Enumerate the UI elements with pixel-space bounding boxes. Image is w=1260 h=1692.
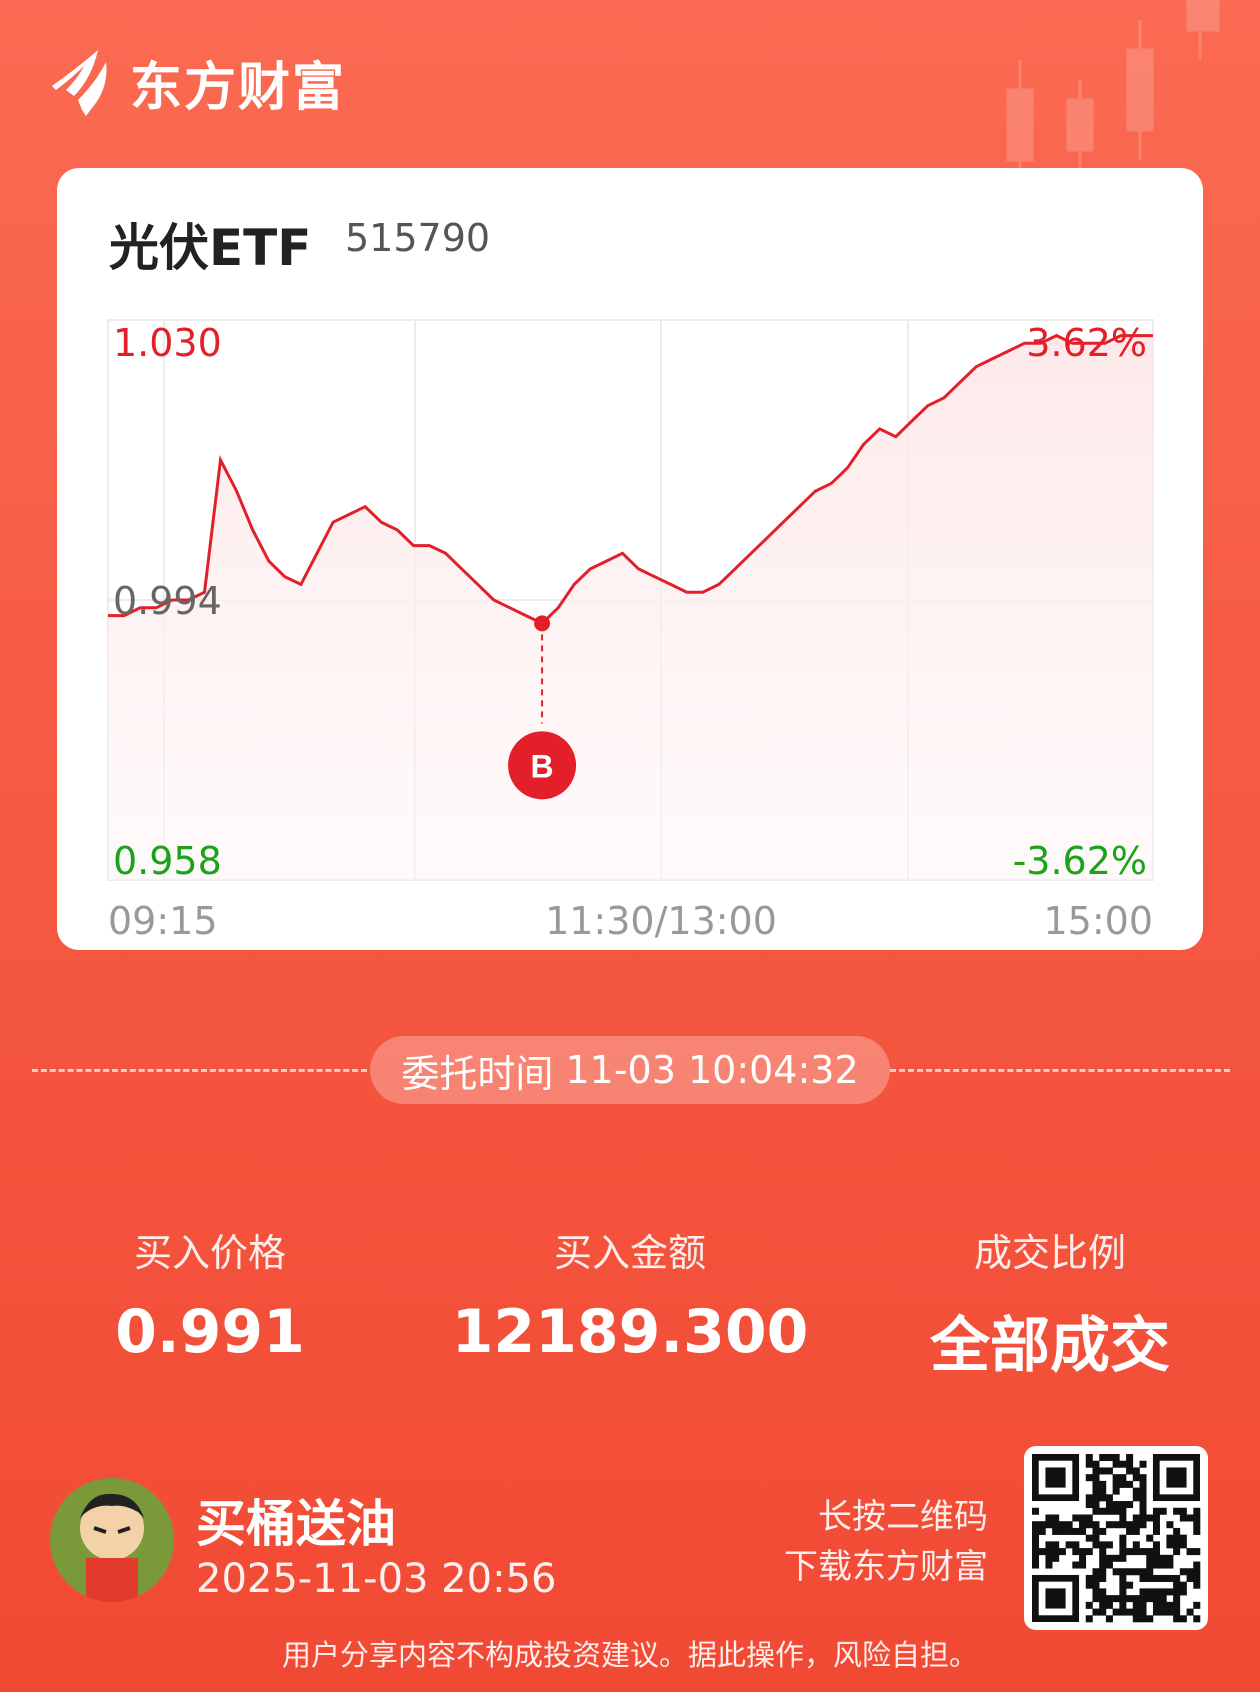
stat-value: 0.991: [115, 1297, 305, 1367]
qr-hint-line1: 长按二维码: [818, 1497, 988, 1537]
chart-card: 光伏ETF 515790 B 1.030 0.994 0.958 3.62% -…: [57, 168, 1203, 950]
dashed-divider-right: [890, 1069, 1230, 1072]
dongfang-caifu-logo: [52, 50, 107, 116]
dashed-divider-left: [32, 1069, 367, 1072]
order-time-pill: 委托时间 11-03 10:04:32: [370, 1036, 890, 1104]
user-name: 买桶送油: [196, 1495, 396, 1553]
x-label-mid: 11:30/13:00: [545, 899, 777, 943]
brand-header: 东方财富: [48, 46, 346, 118]
qr-hint-line2: 下载东方财富: [784, 1547, 988, 1587]
stat-value: 12189.300: [451, 1297, 809, 1367]
x-label-start: 09:15: [108, 899, 218, 943]
order-time-value: 11-03 10:04:32: [565, 1048, 859, 1092]
stat-buy-price: 买入价格 0.991: [20, 1222, 400, 1367]
buy-marker-label: B: [531, 748, 554, 784]
x-label-end: 15:00: [1043, 899, 1153, 943]
share-time: 2025-11-03 20:56: [196, 1556, 557, 1602]
y-label-mid: 0.994: [113, 579, 222, 623]
cartoon-avatar-icon: [50, 1478, 174, 1602]
stat-value: 全部成交: [930, 1311, 1170, 1381]
pct-label-bottom: -3.62%: [1013, 839, 1147, 883]
stat-buy-amount: 买入金额 12189.300: [440, 1222, 820, 1367]
y-label-top: 1.030: [113, 321, 222, 365]
qr-code-icon[interactable]: [1024, 1446, 1208, 1630]
order-time-label: 委托时间: [401, 1051, 554, 1096]
stat-label: 成交比例: [973, 1231, 1126, 1275]
stat-label: 买入金额: [553, 1231, 706, 1275]
y-label-bottom: 0.958: [113, 839, 222, 883]
buy-point-dot: [534, 615, 551, 632]
price-area-fill: [108, 335, 1153, 881]
intraday-chart: B 1.030 0.994 0.958 3.62% -3.62% 09:15 1…: [107, 319, 1154, 943]
user-avatar[interactable]: [50, 1478, 174, 1602]
qr-hint: 长按二维码 下载东方财富: [784, 1492, 988, 1592]
qr-code-pattern: [1032, 1454, 1201, 1623]
disclaimer: 用户分享内容不构成投资建议。据此操作，风险自担。: [281, 1638, 978, 1672]
brand-name: 东方财富: [130, 57, 347, 118]
pct-label-top: 3.62%: [1026, 321, 1147, 365]
stat-label: 买入价格: [133, 1231, 286, 1275]
stat-fill-ratio: 成交比例 全部成交: [860, 1222, 1240, 1384]
